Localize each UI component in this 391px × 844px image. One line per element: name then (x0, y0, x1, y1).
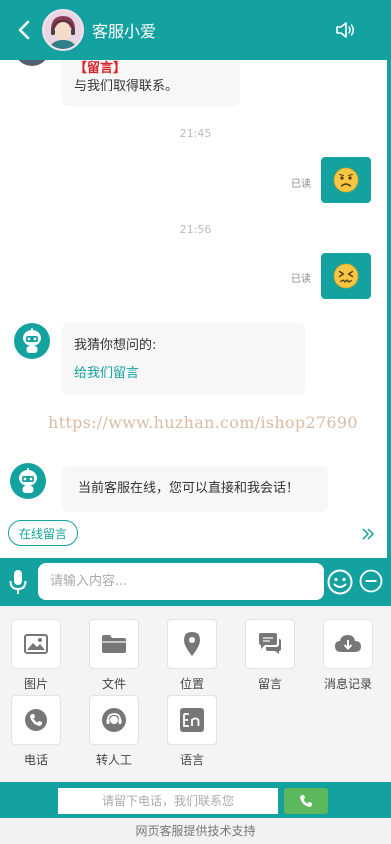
cloud-download-icon (335, 635, 361, 652)
smile-icon (327, 569, 353, 595)
suggest-title: 我猜你想问的: (74, 338, 157, 353)
function-label: 文件 (101, 677, 126, 691)
voice-button[interactable] (7, 568, 29, 600)
message-text: 当前客服在线，您可以直接和我会话！ (78, 481, 300, 496)
function-item-location[interactable]: 位置 (164, 619, 220, 692)
confounded-face-icon (333, 263, 359, 289)
leave-message-link[interactable]: 给我们留言 (74, 365, 293, 383)
online-message-button[interactable]: 在线留言 (8, 520, 78, 546)
more-button[interactable] (361, 526, 375, 545)
image-icon (24, 634, 48, 654)
phone-icon (25, 709, 47, 731)
function-item-image[interactable]: 图片 (8, 619, 64, 692)
back-button[interactable] (6, 0, 42, 60)
message-bubble: 【留言】 与我们取得联系。 (62, 60, 240, 106)
microphone-icon (9, 570, 27, 594)
message-text: 与我们取得联系。 (74, 79, 179, 94)
function-item-transfer[interactable]: 转人工 (86, 695, 142, 768)
double-chevron-right-icon (362, 528, 375, 540)
bot-avatar (14, 323, 50, 359)
read-status: 已读 (291, 179, 311, 190)
leave-message-tag: 【留言】 (74, 61, 127, 76)
chat-area[interactable]: 【留言】 与我们取得联系。 21:45 已读 21:56 已读 我猜你想问的: … (0, 60, 391, 558)
function-item-history[interactable]: 消息记录 (320, 619, 376, 692)
timestamp: 21:45 (179, 127, 212, 140)
minus-circle-icon (359, 569, 383, 593)
callback-button[interactable] (284, 788, 328, 814)
function-label: 电话 (23, 753, 48, 767)
page-title: 客服小爱 (92, 22, 157, 41)
message-bubble: 当前客服在线，您可以直接和我会话！ (62, 466, 328, 512)
function-label: 语言 (179, 753, 204, 767)
phone-input[interactable] (58, 788, 278, 814)
robot-icon (23, 328, 41, 353)
chat-bubbles-icon (259, 633, 281, 654)
bot-avatar (14, 60, 50, 66)
function-label: 留言 (257, 677, 282, 691)
emoji-button[interactable] (327, 569, 353, 599)
transfer-agent-icon (102, 708, 126, 732)
function-label: 图片 (23, 677, 48, 691)
function-item-language[interactable]: 语言 (164, 695, 220, 768)
collapse-panel-button[interactable] (359, 569, 383, 597)
function-label: 消息记录 (323, 677, 372, 691)
timestamp: 21:56 (179, 223, 212, 236)
read-status: 已读 (291, 274, 311, 285)
function-label: 转人工 (95, 753, 132, 767)
speaker-button[interactable] (333, 18, 357, 42)
robot-icon (19, 468, 37, 493)
function-item-file[interactable]: 文件 (86, 619, 142, 692)
function-item-message[interactable]: 留言 (242, 619, 298, 692)
footer-text: 网页客服提供技术支持 (0, 818, 391, 844)
callback-bar (0, 782, 391, 818)
bot-avatar (10, 463, 46, 499)
user-message-bubble (321, 253, 371, 299)
agent-avatar (42, 9, 84, 51)
message-bubble: 我猜你想问的: 给我们留言 (62, 323, 305, 395)
speaker-icon (336, 22, 354, 38)
function-label: 位置 (179, 677, 204, 691)
worried-face-icon (333, 167, 359, 193)
user-message-bubble (321, 157, 371, 203)
chevron-left-icon (18, 20, 30, 40)
phone-icon (300, 795, 312, 807)
function-panel: 图片 文件 位置 留言 消息记录 电话 转人工 语言 (0, 606, 391, 782)
language-icon (180, 708, 204, 732)
function-item-phone[interactable]: 电话 (8, 695, 64, 768)
folder-icon (102, 635, 126, 653)
scroll-edge (387, 60, 391, 558)
location-icon (184, 632, 200, 656)
message-input[interactable] (38, 563, 324, 600)
input-bar (0, 558, 391, 606)
chat-header: 客服小爱 (0, 0, 391, 60)
watermark: https://www.huzhan.com/ishop27690 (48, 413, 358, 432)
